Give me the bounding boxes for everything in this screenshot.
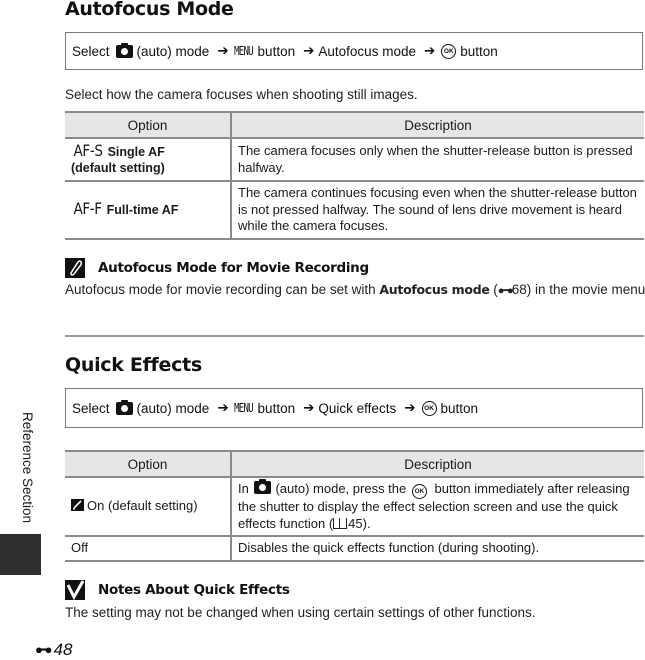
af-f-icon: AF-F bbox=[73, 199, 102, 219]
option-cell: AF-F Full-time AF bbox=[65, 181, 232, 240]
reference-binocular-icon: ●━● bbox=[35, 642, 52, 657]
quick-effects-icon bbox=[71, 499, 84, 512]
arrow-right-icon: ➔ bbox=[303, 43, 315, 58]
page-number: ●━● 48 bbox=[35, 640, 72, 660]
option-label: On (default setting) bbox=[87, 498, 198, 514]
desc-part: (auto) mode, press the bbox=[275, 481, 410, 496]
reference-binocular-icon: ●━● bbox=[497, 285, 514, 297]
option-sublabel: (default setting) bbox=[71, 161, 165, 175]
note-text-part: Autofocus mode for movie recording can b… bbox=[65, 282, 380, 297]
path-ok-button-label: button bbox=[440, 400, 479, 416]
movie-af-note-heading: Autofocus Mode for Movie Recording bbox=[65, 258, 369, 278]
option-cell: AF-S Single AF (default setting) bbox=[65, 138, 232, 182]
note-text-part: ( bbox=[489, 282, 498, 297]
autofocus-options-table: Option Description AF-S Single AF (defau… bbox=[65, 111, 644, 240]
quick-effects-title: Quick Effects bbox=[65, 354, 202, 376]
option-cell: Off bbox=[65, 536, 232, 562]
autofocus-mode-title: Autofocus Mode bbox=[65, 0, 234, 20]
option-cell: On (default setting) bbox=[65, 477, 232, 537]
path-mode-label: (auto) mode bbox=[136, 43, 210, 59]
arrow-right-icon: ➔ bbox=[217, 400, 229, 415]
pencil-note-icon bbox=[65, 258, 85, 278]
side-section-tab bbox=[0, 534, 41, 575]
path-item-label: Autofocus mode bbox=[318, 43, 416, 59]
movie-af-note-text: Autofocus mode for movie recording can b… bbox=[65, 282, 645, 297]
arrow-right-icon: ➔ bbox=[423, 43, 436, 58]
manual-page-icon bbox=[333, 517, 348, 529]
autofocus-lead-text: Select how the camera focuses when shoot… bbox=[65, 87, 418, 102]
desc-part: ). bbox=[362, 515, 371, 531]
table-row: AF-S Single AF (default setting) The cam… bbox=[65, 138, 644, 182]
table-header-row: Option Description bbox=[65, 111, 644, 139]
ok-button-icon: OK bbox=[411, 484, 427, 499]
ok-button-icon: OK bbox=[441, 43, 457, 59]
arrow-right-icon: ➔ bbox=[303, 400, 315, 415]
column-header-description: Description bbox=[231, 111, 644, 139]
description-cell: In (auto) mode, press the OK button imme… bbox=[231, 477, 644, 537]
camera-auto-icon bbox=[115, 42, 133, 58]
description-cell: The camera continues focusing even when … bbox=[231, 181, 644, 240]
note-ref-page: 68 bbox=[511, 282, 527, 297]
description-cell: Disables the quick effects function (dur… bbox=[231, 536, 644, 562]
checkmark-note-icon bbox=[65, 580, 85, 601]
af-s-icon: AF-S bbox=[73, 140, 103, 160]
side-section-label: Reference Section bbox=[20, 412, 35, 524]
table-row: Off Disables the quick effects function … bbox=[65, 536, 644, 562]
autofocus-menu-path: Select (auto) mode ➔ MENU button ➔ Autof… bbox=[65, 32, 643, 70]
table-header-row: Option Description bbox=[65, 450, 644, 478]
column-header-option: Option bbox=[65, 450, 232, 478]
page-number-value: 48 bbox=[53, 640, 73, 659]
menu-button-icon: MENU bbox=[233, 401, 253, 415]
arrow-right-icon: ➔ bbox=[404, 400, 416, 415]
table-row: On (default setting) In (auto) mode, pre… bbox=[65, 477, 644, 537]
option-label: Full-time AF bbox=[106, 203, 179, 218]
note-title: Notes About Quick Effects bbox=[98, 582, 290, 598]
camera-auto-icon bbox=[115, 399, 133, 415]
desc-ref-page: 45 bbox=[348, 515, 363, 531]
quick-effects-options-table: Option Description On (default setting) … bbox=[65, 450, 644, 562]
description-cell: The camera focuses only when the shutter… bbox=[231, 138, 644, 182]
column-header-description: Description bbox=[231, 450, 644, 478]
path-select-label: Select bbox=[72, 400, 110, 416]
path-item-label: Quick effects bbox=[318, 400, 397, 416]
desc-part: In bbox=[238, 481, 253, 496]
camera-auto-icon bbox=[254, 479, 272, 494]
note-bold-term: Autofocus mode bbox=[379, 282, 490, 297]
path-select-label: Select bbox=[72, 43, 110, 59]
path-ok-button-label: button bbox=[460, 43, 498, 59]
path-mode-label: (auto) mode bbox=[136, 400, 210, 416]
section-divider bbox=[65, 335, 644, 337]
note-title: Autofocus Mode for Movie Recording bbox=[98, 260, 369, 276]
path-button-label: button bbox=[257, 43, 296, 59]
arrow-right-icon: ➔ bbox=[217, 43, 229, 58]
menu-button-icon: MENU bbox=[233, 44, 253, 58]
ok-button-icon: OK bbox=[421, 400, 437, 416]
column-header-option: Option bbox=[65, 111, 232, 139]
path-button-label: button bbox=[257, 400, 296, 416]
table-row: AF-F Full-time AF The camera continues f… bbox=[65, 181, 644, 240]
note-text-part: ) in the movie menu. bbox=[526, 282, 645, 297]
quick-effects-menu-path: Select (auto) mode ➔ MENU button ➔ Quick… bbox=[65, 388, 643, 428]
quick-effects-note-text: The setting may not be changed when usin… bbox=[65, 605, 536, 620]
quick-effects-note-heading: Notes About Quick Effects bbox=[65, 580, 290, 601]
option-label: Single AF bbox=[107, 144, 165, 159]
